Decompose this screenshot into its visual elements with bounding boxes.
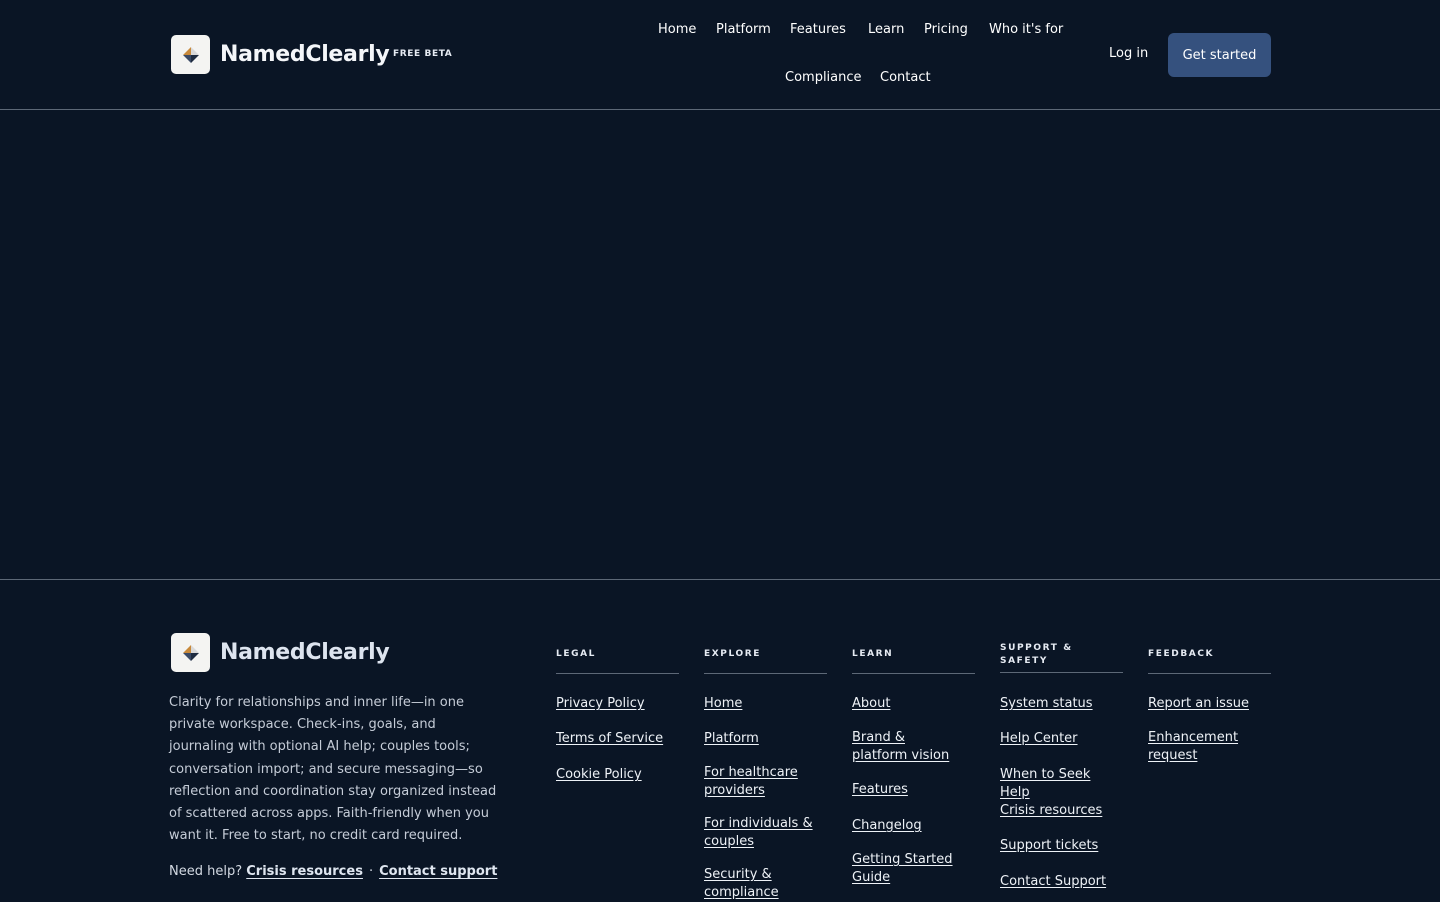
nav-contact[interactable]: Contact <box>880 70 931 85</box>
list-item: Crisis resources <box>1000 802 1123 820</box>
list-item: When to Seek Help <box>1000 766 1123 802</box>
list-item: Brand & platform vision <box>852 729 962 765</box>
main-content <box>0 111 1440 579</box>
brand-vision-link[interactable]: Brand & platform vision <box>852 730 949 763</box>
nav-pricing[interactable]: Pricing <box>924 22 968 37</box>
column-divider <box>1000 672 1123 673</box>
nav-who-its-for[interactable]: Who it's for <box>989 22 1063 37</box>
crisis-resources-link[interactable]: Crisis resources <box>246 864 363 879</box>
list-item: About <box>852 695 975 713</box>
list-item: Changelog <box>852 817 975 835</box>
terms-of-service-link[interactable]: Terms of Service <box>556 731 663 746</box>
enhancement-request-link[interactable]: Enhancement request <box>1148 730 1238 763</box>
help-separator: · <box>368 864 374 879</box>
system-status-link[interactable]: System status <box>1000 696 1093 711</box>
list-item: Contact Support <box>1000 873 1123 891</box>
list-item: Support tickets <box>1000 837 1123 855</box>
footer-column-learn: LEARN About Brand & platform vision Feat… <box>852 636 975 885</box>
header-brand[interactable]: NamedClearly <box>171 35 390 74</box>
column-heading: SUPPORT & SAFETY <box>1000 642 1073 666</box>
footer-brand-name: NamedClearly <box>220 640 390 665</box>
footer-column-legal: LEGAL Privacy Policy Terms of Service Co… <box>556 636 679 782</box>
logo-icon <box>171 633 210 672</box>
footer-brand[interactable]: NamedClearly <box>171 633 390 672</box>
individuals-couples-link[interactable]: For individuals & couples <box>704 816 813 849</box>
footer-divider <box>0 579 1440 580</box>
support-tickets-link[interactable]: Support tickets <box>1000 838 1098 853</box>
help-prefix: Need help? <box>169 864 243 879</box>
nav-platform[interactable]: Platform <box>716 22 771 37</box>
about-link[interactable]: About <box>852 696 890 711</box>
footer-help: Need help? Crisis resources · Contact supp… <box>169 864 497 879</box>
login-link[interactable]: Log in <box>1109 46 1148 61</box>
column-heading: EXPLORE <box>704 636 827 674</box>
brand-name: NamedClearly <box>220 42 390 67</box>
list-item: Terms of Service <box>556 730 679 748</box>
healthcare-providers-link[interactable]: For healthcare providers <box>704 765 798 798</box>
footer-column-explore: EXPLORE Home Platform For healthcare pro… <box>704 636 827 900</box>
nav-learn[interactable]: Learn <box>868 22 904 37</box>
column-heading: FEEDBACK <box>1148 636 1271 674</box>
list-item: System status <box>1000 695 1123 713</box>
platform-link[interactable]: Platform <box>704 731 759 746</box>
logo-icon <box>171 35 210 74</box>
getting-started-link[interactable]: Getting Started Guide <box>852 852 953 885</box>
list-item: Platform <box>704 730 827 748</box>
nav-home[interactable]: Home <box>658 22 696 37</box>
column-heading: LEGAL <box>556 636 679 674</box>
security-compliance-link[interactable]: Security & compliance <box>704 867 779 900</box>
list-item: Enhancement request <box>1148 729 1248 765</box>
footer-description: Clarity for relationships and inner life… <box>169 695 497 844</box>
nav-compliance[interactable]: Compliance <box>785 70 862 85</box>
footer-column-support: SUPPORT & SAFETY System status Help Cent… <box>1000 636 1123 889</box>
list-item: Getting Started Guide <box>852 851 957 887</box>
cookie-policy-link[interactable]: Cookie Policy <box>556 767 642 782</box>
home-link[interactable]: Home <box>704 696 742 711</box>
get-started-button[interactable]: Get started <box>1168 33 1271 77</box>
list-item: Privacy Policy <box>556 695 679 713</box>
report-issue-link[interactable]: Report an issue <box>1148 696 1249 711</box>
contact-support-footer-link[interactable]: Contact Support <box>1000 874 1106 889</box>
list-item: For healthcare providers <box>704 764 814 800</box>
list-item: Home <box>704 695 827 713</box>
contact-support-link[interactable]: Contact support <box>379 864 497 879</box>
privacy-policy-link[interactable]: Privacy Policy <box>556 696 645 711</box>
nav-features[interactable]: Features <box>790 22 846 37</box>
free-beta-badge: FREE BETA <box>393 49 453 59</box>
footer-column-feedback: FEEDBACK Report an issue Enhancement req… <box>1148 636 1271 763</box>
list-item: For individuals & couples <box>704 815 814 851</box>
crisis-resources-footer-link[interactable]: Crisis resources <box>1000 803 1102 818</box>
help-center-link[interactable]: Help Center <box>1000 731 1078 746</box>
list-item: Security & compliance <box>704 866 794 902</box>
features-link[interactable]: Features <box>852 782 908 797</box>
when-to-seek-help-link[interactable]: When to Seek Help <box>1000 767 1090 800</box>
site-header: NamedClearly FREE BETA Home Platform Fea… <box>0 0 1440 110</box>
list-item: Features <box>852 781 975 799</box>
list-item: Report an issue <box>1148 695 1271 713</box>
list-item: Help Center <box>1000 730 1123 748</box>
list-item: Cookie Policy <box>556 766 679 784</box>
column-heading: LEARN <box>852 636 975 674</box>
changelog-link[interactable]: Changelog <box>852 818 922 833</box>
